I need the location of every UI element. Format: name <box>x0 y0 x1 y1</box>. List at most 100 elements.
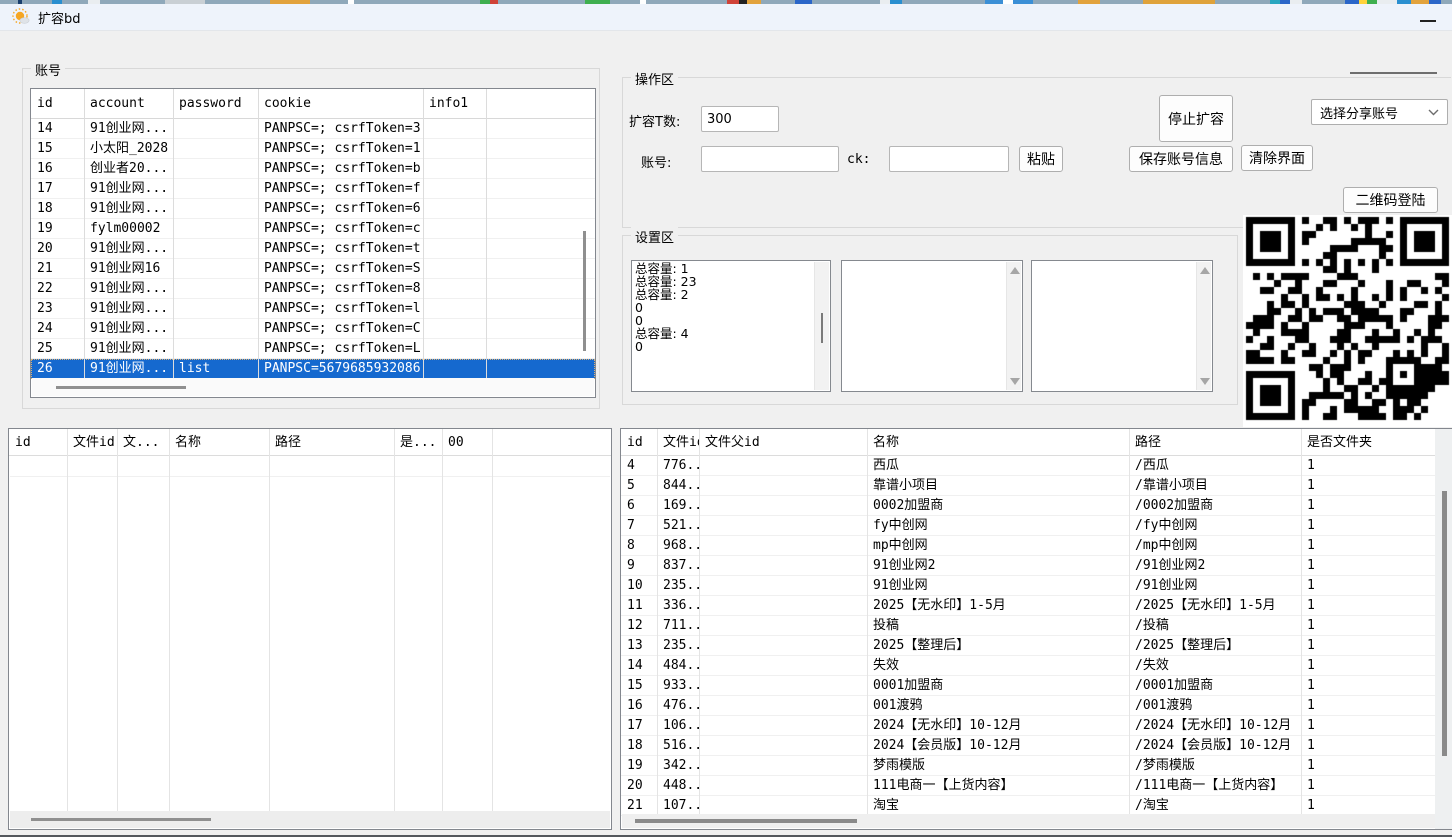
share-account-select[interactable]: 选择分享账号 <box>1311 99 1448 125</box>
settings-listbox-3[interactable] <box>1031 260 1213 392</box>
column-header[interactable]: 名称 <box>867 429 1129 455</box>
column-header[interactable]: id <box>621 429 657 455</box>
column-header[interactable]: 路径 <box>269 429 394 455</box>
table-row[interactable]: 2591创业网...PANPSC=; csrfToken=L... <box>31 339 595 359</box>
stop-expand-button[interactable]: 停止扩容 <box>1159 95 1233 142</box>
table-row[interactable]: 12711...投稿/投稿1 <box>621 616 1436 636</box>
column-header[interactable]: password <box>173 89 258 118</box>
horizontal-scrollbar[interactable] <box>32 378 594 396</box>
table-row[interactable]: 20448...111电商一【上货内容】/111电商一【上货内容】1 <box>621 776 1436 796</box>
column-header[interactable]: 名称 <box>169 429 269 455</box>
listbox1-scrollbar-thumb[interactable] <box>821 313 823 343</box>
column-header[interactable]: info1 <box>423 89 486 118</box>
column-header[interactable]: 00 <box>442 429 492 455</box>
listbox1-scrollbar[interactable] <box>814 262 829 390</box>
column-header[interactable]: 文件id <box>657 429 699 455</box>
table-cell: 448... <box>657 776 699 795</box>
expand-t-input[interactable] <box>701 106 779 132</box>
triangle-up-icon[interactable] <box>1200 267 1210 274</box>
listbox2-scrollbar[interactable] <box>1006 262 1021 390</box>
window-title: 扩容bd <box>38 8 81 27</box>
table-row[interactable]: 11336...2025【无水印】1-5月/2025【无水印】1-5月1 <box>621 596 1436 616</box>
horizontal-scrollbar-thumb[interactable] <box>56 386 186 389</box>
table-row[interactable]: 6169...0002加盟商/0002加盟商1 <box>621 496 1436 516</box>
table-cell: PANPSC=; csrfToken=3... <box>258 119 423 138</box>
horizontal-scrollbar[interactable] <box>10 811 610 828</box>
settings-listbox-2[interactable] <box>841 260 1023 392</box>
triangle-up-icon[interactable] <box>1010 267 1020 274</box>
table-row[interactable]: 16476...001渡鸦/001渡鸦1 <box>621 696 1436 716</box>
table-row[interactable]: 16创业者20...PANPSC=; csrfToken=b... <box>31 159 595 179</box>
table-cell <box>423 119 486 138</box>
table-cell: /fy中创网 <box>1129 516 1301 535</box>
table-row[interactable]: 18516...2024【会员版】10-12月/2024【会员版】10-12月1 <box>621 736 1436 756</box>
table-row[interactable]: 4776...西瓜/西瓜1 <box>621 456 1436 476</box>
table-row[interactable]: 10235...91创业网/91创业网1 <box>621 576 1436 596</box>
table-row[interactable]: 1791创业网...PANPSC=; csrfToken=f... <box>31 179 595 199</box>
triangle-down-icon[interactable] <box>1200 378 1210 385</box>
table-cell: PANPSC=5679685932086... <box>258 359 423 378</box>
table-row[interactable]: 7521...fy中创网/fy中创网1 <box>621 516 1436 536</box>
column-header[interactable]: 文... <box>117 429 169 455</box>
table-row[interactable]: 19342...梦雨模版/梦雨模版1 <box>621 756 1436 776</box>
table-cell: 7 <box>621 516 657 535</box>
table-cell: 484... <box>657 656 699 675</box>
save-account-button[interactable]: 保存账号信息 <box>1129 146 1233 172</box>
horizontal-scrollbar[interactable] <box>622 814 1435 828</box>
vertical-scrollbar[interactable] <box>1435 429 1452 829</box>
column-header[interactable]: 文件id <box>67 429 117 455</box>
table-row[interactable]: 17106...2024【无水印】10-12月/2024【无水印】10-12月1 <box>621 716 1436 736</box>
column-header[interactable]: account <box>84 89 173 118</box>
table-row[interactable]: 15933...0001加盟商/0001加盟商1 <box>621 676 1436 696</box>
table-row[interactable]: 1891创业网...PANPSC=; csrfToken=6... <box>31 199 595 219</box>
table-cell <box>423 299 486 318</box>
table-row[interactable]: 2291创业网...PANPSC=; csrfToken=8... <box>31 279 595 299</box>
table-row[interactable]: 2091创业网...PANPSC=; csrfToken=t... <box>31 239 595 259</box>
horizontal-scrollbar-thumb[interactable] <box>31 818 211 821</box>
column-header[interactable]: 是否文件夹 <box>1301 429 1436 455</box>
table-row[interactable]: 13235...2025【整理后】/2025【整理后】1 <box>621 636 1436 656</box>
table-row[interactable]: 19fylm00002PANPSC=; csrfToken=c... <box>31 219 595 239</box>
column-header[interactable]: 文件父id <box>699 429 867 455</box>
table-row[interactable]: 2391创业网...PANPSC=; csrfToken=l... <box>31 299 595 319</box>
grid-line <box>84 89 85 379</box>
column-header[interactable]: id <box>9 429 67 455</box>
column-header[interactable]: 路径 <box>1129 429 1301 455</box>
table-row[interactable]: 8968...mp中创网/mp中创网1 <box>621 536 1436 556</box>
grid-line <box>394 429 395 812</box>
vertical-scrollbar-thumb[interactable] <box>1442 491 1447 756</box>
vertical-scrollbar-thumb[interactable] <box>583 231 586 351</box>
account-table-header[interactable]: idaccountpasswordcookieinfo1 <box>31 89 595 119</box>
right-file-table-header[interactable]: id文件id文件父id名称路径是否文件夹 <box>621 429 1436 456</box>
capacity-listbox[interactable]: 总容量: 1 总容量: 23 总容量: 2 0 0 总容量: 4 0 <box>631 260 831 392</box>
account-input[interactable] <box>701 146 839 172</box>
left-file-table-header[interactable]: id文件id文...名称路径是...00 <box>9 429 611 456</box>
table-row[interactable]: 9837...91创业网2/91创业网21 <box>621 556 1436 576</box>
qr-login-button[interactable]: 二维码登陆 <box>1343 187 1438 213</box>
table-row[interactable]: 1491创业网...PANPSC=; csrfToken=3... <box>31 119 595 139</box>
table-row[interactable]: 2491创业网...PANPSC=; csrfToken=C... <box>31 319 595 339</box>
minimize-button[interactable] <box>1420 16 1438 26</box>
table-cell: 516... <box>657 736 699 755</box>
table-cell: 失效 <box>867 656 1129 675</box>
table-cell: /mp中创网 <box>1129 536 1301 555</box>
table-row[interactable]: 5844...靠谱小项目/靠谱小项目1 <box>621 476 1436 496</box>
column-header[interactable]: 是... <box>394 429 442 455</box>
table-row[interactable]: 15小太阳_2028PANPSC=; csrfToken=1... <box>31 139 595 159</box>
table-row[interactable]: 2191创业网16PANPSC=; csrfToken=S... <box>31 259 595 279</box>
table-row[interactable]: 21107...淘宝/淘宝1 <box>621 796 1436 816</box>
table-cell: 001渡鸦 <box>867 696 1129 715</box>
table-cell <box>423 199 486 218</box>
table-row[interactable]: 2691创业网...listPANPSC=5679685932086... <box>31 359 595 379</box>
listbox3-scrollbar[interactable] <box>1196 262 1211 390</box>
ck-input[interactable] <box>889 146 1009 172</box>
triangle-down-icon[interactable] <box>1010 378 1020 385</box>
horizontal-scrollbar-thumb[interactable] <box>635 819 857 823</box>
table-cell <box>699 576 867 595</box>
column-header[interactable]: cookie <box>258 89 423 118</box>
column-header[interactable]: id <box>31 89 84 118</box>
clear-ui-button[interactable]: 清除界面 <box>1241 145 1313 171</box>
table-cell: 22 <box>31 279 84 298</box>
table-row[interactable]: 14484...失效/失效1 <box>621 656 1436 676</box>
paste-button[interactable]: 粘贴 <box>1019 146 1063 172</box>
